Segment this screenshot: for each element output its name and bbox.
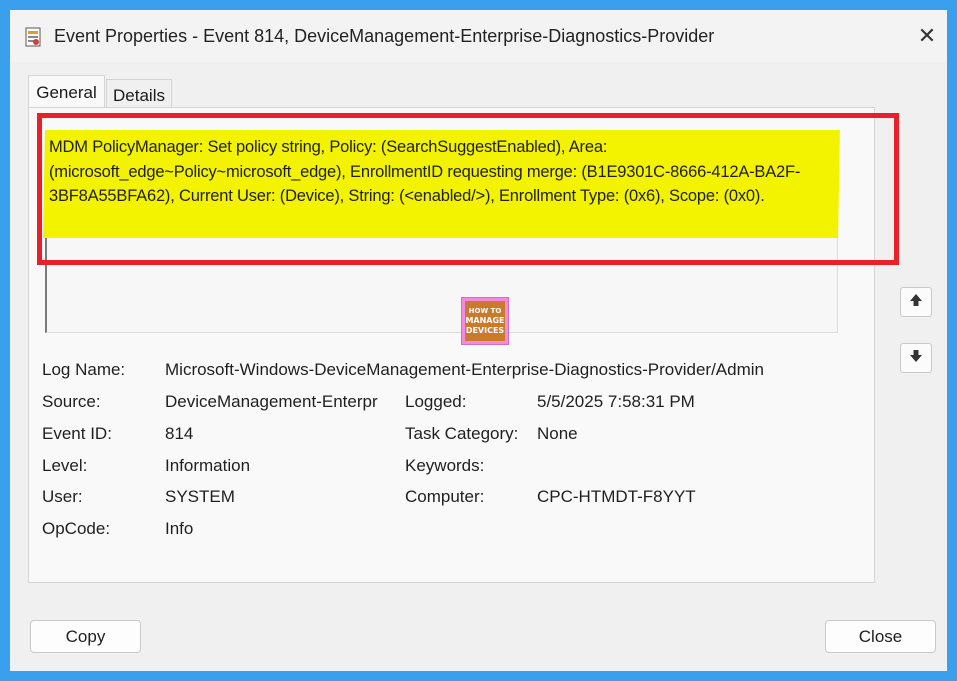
logged-label: Logged:	[405, 392, 467, 411]
log-name-value[interactable]: Microsoft-Windows-DeviceManagement-Enter…	[165, 360, 764, 380]
logged-value[interactable]: 5/5/2025 7:58:31 PM	[537, 392, 695, 412]
computer-label: Computer:	[405, 487, 485, 506]
copy-button[interactable]: Copy	[30, 620, 141, 653]
tab-general[interactable]: General	[28, 75, 105, 107]
watermark-logo: HOW TO MANAGE DEVICES	[461, 297, 509, 345]
level-label: Level:	[42, 456, 88, 475]
close-button[interactable]: Close	[825, 620, 936, 653]
user-label: User:	[42, 487, 83, 506]
window-close-button[interactable]: ✕	[907, 18, 947, 54]
close-icon: ✕	[917, 23, 937, 48]
opcode-label: OpCode:	[42, 519, 111, 538]
event-viewer-icon	[25, 27, 41, 47]
source-value[interactable]: DeviceManagement-Enterpr	[165, 392, 378, 412]
watermark-line-3: DEVICES	[465, 326, 505, 335]
level-value[interactable]: Information	[165, 456, 250, 476]
log-name-label: Log Name:	[42, 360, 126, 379]
window-title: Event Properties - Event 814, DeviceMana…	[54, 26, 715, 46]
task-category-label: Task Category:	[405, 424, 519, 443]
event-id-label: Event ID:	[42, 424, 112, 443]
user-value[interactable]: SYSTEM	[165, 487, 235, 507]
arrow-up-icon	[908, 292, 924, 313]
opcode-value[interactable]: Info	[165, 519, 193, 539]
scroll-up-button[interactable]	[900, 287, 932, 317]
task-category-value[interactable]: None	[537, 424, 578, 444]
title-bar[interactable]: Event Properties - Event 814, DeviceMana…	[10, 10, 947, 62]
watermark-line-2: MANAGE	[465, 316, 505, 325]
keywords-label: Keywords:	[405, 456, 485, 475]
arrow-down-icon	[908, 348, 924, 369]
tab-details[interactable]: Details	[106, 79, 172, 107]
event-id-value[interactable]: 814	[165, 424, 193, 444]
watermark-line-1: HOW TO	[468, 307, 502, 315]
source-label: Source:	[42, 392, 101, 411]
event-properties-window: Event Properties - Event 814, DeviceMana…	[10, 10, 947, 671]
scroll-down-button[interactable]	[900, 343, 932, 373]
annotation-frame	[37, 113, 899, 265]
computer-value[interactable]: CPC-HTMDT-F8YYT	[537, 487, 696, 507]
